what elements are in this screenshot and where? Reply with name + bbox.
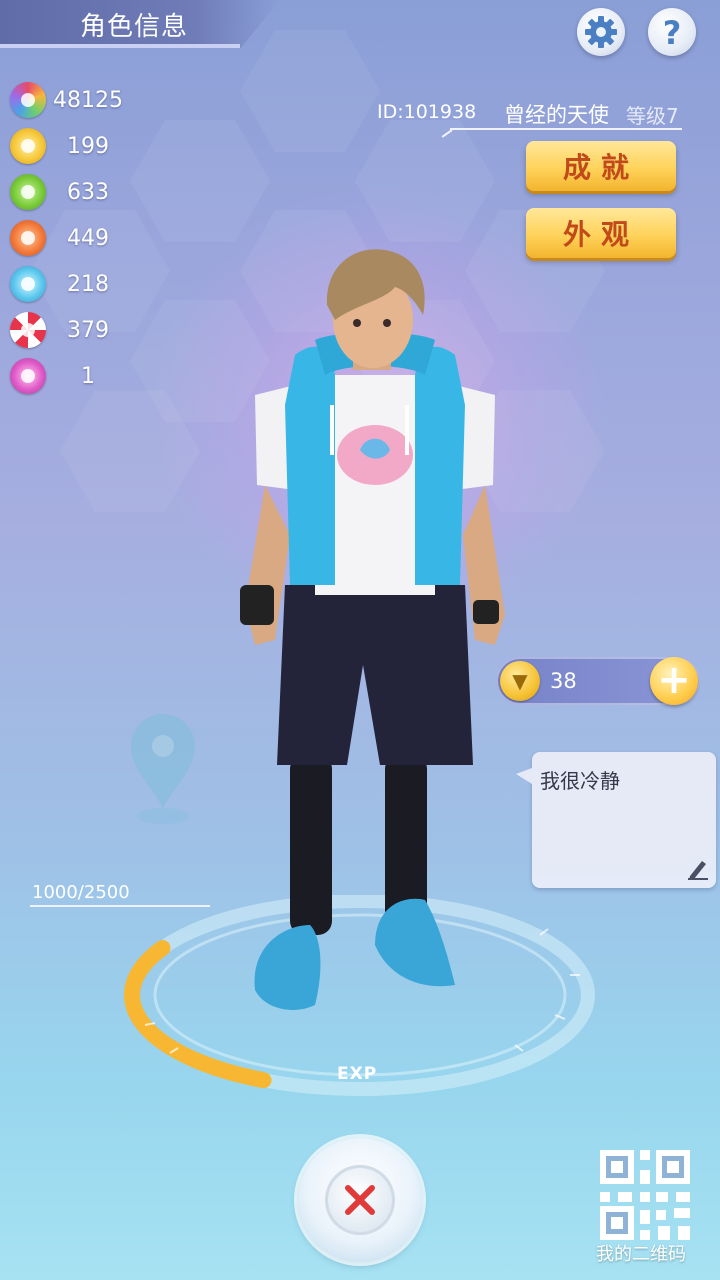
currency-value: 379 [67, 317, 109, 343]
gear-icon [585, 16, 617, 48]
currency-value: 199 [67, 133, 109, 159]
exp-label: EXP [337, 1064, 378, 1084]
achievements-button[interactable]: 成就 [526, 141, 676, 191]
appearance-button[interactable]: 外观 [526, 208, 676, 258]
currency-value: 218 [67, 271, 109, 297]
green-donut-icon [10, 174, 46, 210]
currency-row: 633 [10, 172, 130, 212]
player-avatar [240, 249, 505, 1010]
divider [450, 128, 682, 130]
status-message: 我很冷静 [540, 769, 620, 793]
exp-value: 1000/2500 [32, 882, 130, 903]
player-level: 等级7 [626, 104, 679, 128]
settings-button[interactable] [577, 8, 625, 56]
currency-row: 379 [10, 310, 130, 350]
currency-value: 1 [81, 363, 95, 389]
question-icon: ? [663, 14, 682, 50]
edit-pencil-icon[interactable] [682, 855, 710, 883]
currency-value: 449 [67, 225, 109, 251]
exp-underline [30, 905, 210, 907]
player-id: ID:101938 [377, 101, 477, 123]
close-icon [345, 1185, 375, 1215]
svg-text:?: ? [663, 14, 682, 50]
red-candy-icon [10, 312, 46, 348]
currency-row: 449 [10, 218, 130, 258]
player-nickname: 曾经的天使 [504, 103, 609, 127]
currency-value: 48125 [53, 87, 123, 113]
help-button[interactable]: ? [648, 8, 696, 56]
blue-donut-icon [10, 266, 46, 302]
currency-row: 199 [10, 126, 130, 166]
qr-code-icon[interactable] [600, 1150, 690, 1240]
currency-row: 218 [10, 264, 130, 304]
currency-row: 1 [10, 356, 130, 396]
star-gem-icon [10, 82, 46, 118]
pink-donut-icon [10, 358, 46, 394]
yellow-donut-icon [10, 128, 46, 164]
qr-code-label: 我的二维码 [596, 1244, 686, 1265]
title-stripe [0, 44, 240, 48]
currency-value: 633 [67, 179, 109, 205]
currency-row: 48125 [10, 80, 130, 120]
coin-value: 38 [550, 669, 577, 693]
page-title: 角色信息 [80, 12, 189, 42]
background-hexagon [240, 30, 380, 152]
gold-coin-icon: ▼ [500, 661, 540, 701]
add-coins-button[interactable]: + [650, 657, 698, 705]
location-pin-icon [131, 714, 195, 824]
orange-donut-icon [10, 220, 46, 256]
